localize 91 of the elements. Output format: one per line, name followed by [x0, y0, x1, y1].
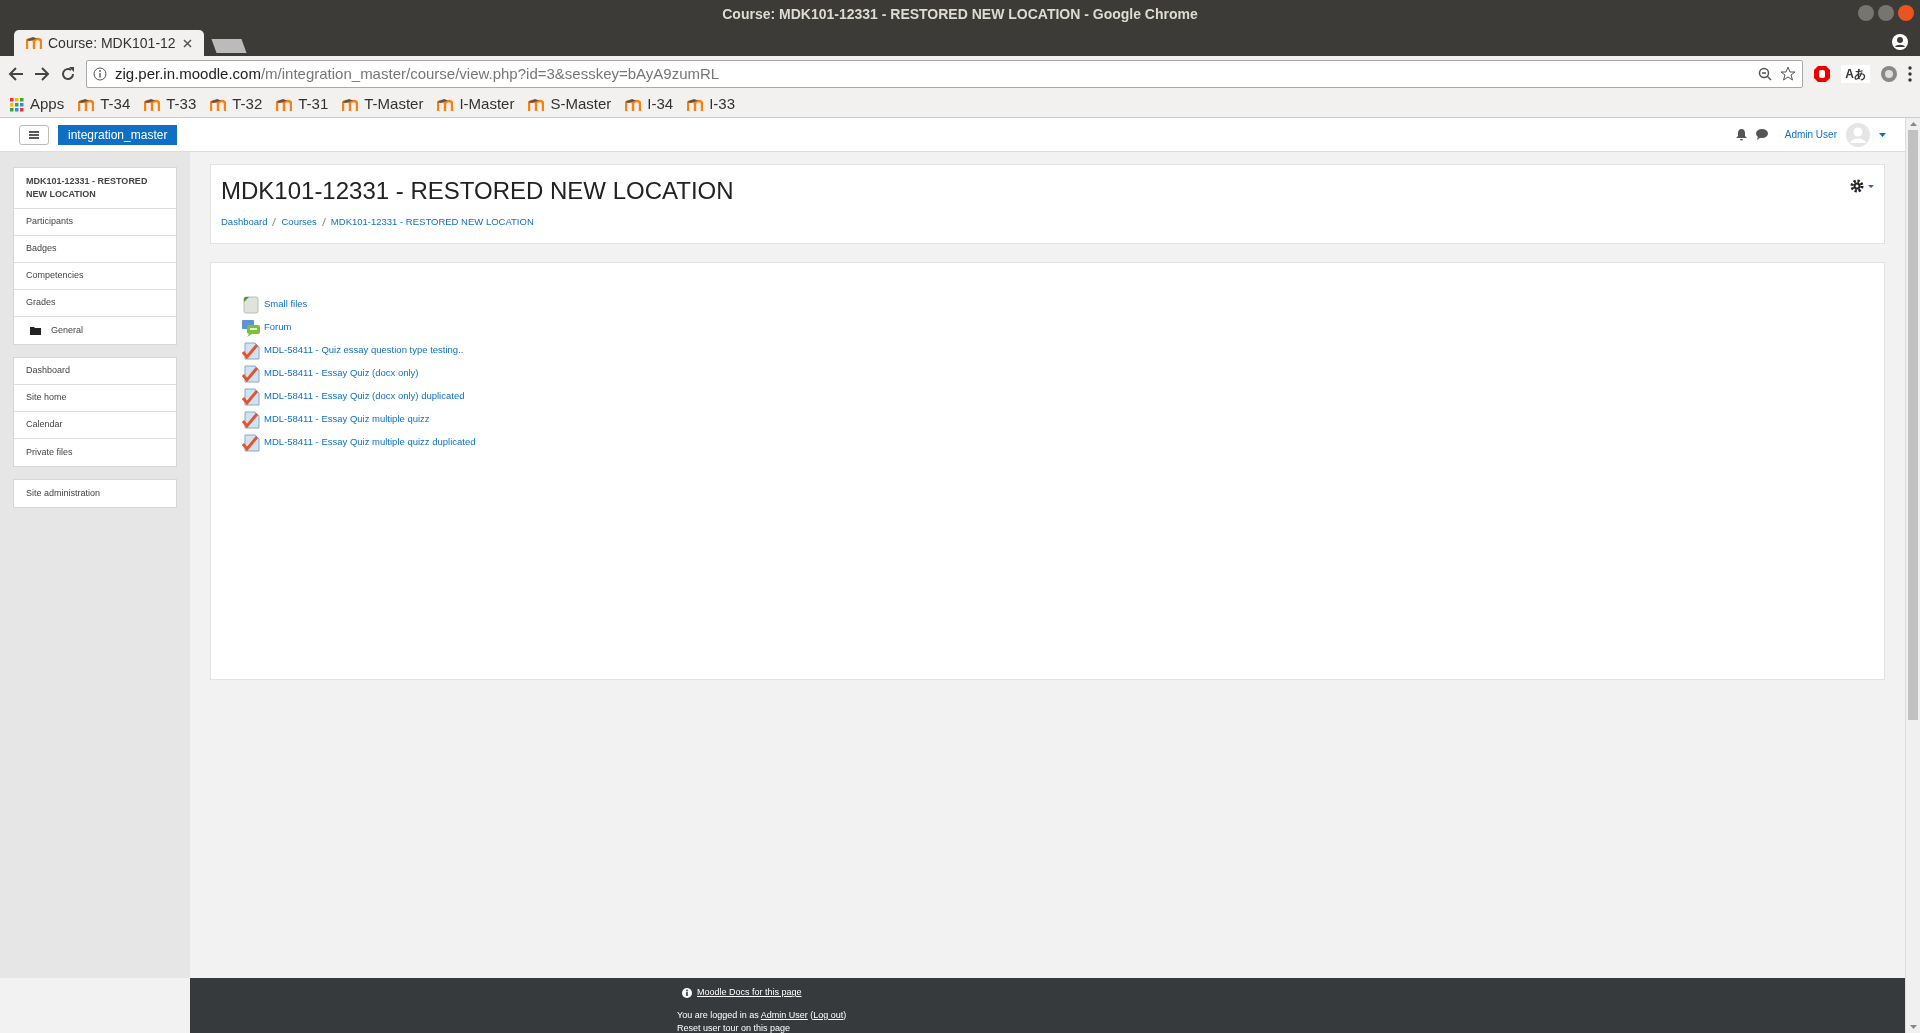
bookmark[interactable]: I-34 — [625, 93, 674, 116]
bookmark[interactable]: I-33 — [687, 93, 736, 116]
bookmark[interactable]: T-32 — [210, 93, 263, 116]
star-icon[interactable] — [1780, 66, 1797, 82]
maximize-button[interactable] — [1878, 5, 1894, 21]
user-name-link[interactable]: Admin User — [1784, 127, 1837, 142]
back-arrow-icon[interactable] — [8, 66, 24, 82]
close-icon[interactable] — [183, 38, 192, 48]
window-title: Course: MDK101-12331 - RESTORED NEW LOCATION - Google Chrome — [722, 4, 1198, 24]
reload-icon[interactable] — [60, 66, 76, 82]
moodle-logo-icon — [276, 98, 293, 111]
breadcrumb-separator-icon — [321, 218, 326, 227]
quiz-checkmark-icon — [242, 364, 260, 383]
stop-sign-icon[interactable] — [1813, 65, 1832, 83]
new-tab-button[interactable] — [211, 39, 247, 53]
menu-icon — [29, 130, 39, 139]
sidebar-item[interactable]: Calendar — [14, 412, 176, 439]
gear-extension-icon[interactable] — [1880, 65, 1898, 83]
moodle-logo-icon — [26, 37, 42, 49]
breadcrumb-link[interactable]: Courses — [281, 215, 317, 230]
bookmark[interactable]: I-Master — [437, 93, 515, 116]
caret-icon[interactable] — [1868, 184, 1874, 188]
login-info-text: You are logged in as Admin User (Log out) — [677, 1008, 847, 1022]
activity-link[interactable]: Small files — [264, 297, 308, 312]
breadcrumb-separator-icon — [272, 218, 277, 227]
sidebar-item[interactable]: Site administration — [14, 480, 176, 507]
sidebar-item[interactable]: Dashboard — [14, 358, 176, 385]
moodle-logo-icon — [625, 98, 642, 111]
activity-link[interactable]: MDL-58411 - Quiz essay question type testing.. — [264, 343, 464, 358]
moodle-logo-icon — [342, 98, 359, 111]
profile-icon[interactable] — [1892, 34, 1908, 50]
reset-tour-link[interactable]: Reset user tour on this page — [677, 1022, 1905, 1033]
close-button[interactable] — [1898, 5, 1914, 21]
sidebar-item[interactable]: Competencies — [14, 263, 176, 290]
sidebar-item[interactable]: Site home — [14, 385, 176, 412]
speech-bubble-icon[interactable] — [1755, 129, 1768, 140]
breadcrumb-link[interactable]: MDK101-12331 - RESTORED NEW LOCATION — [330, 215, 534, 230]
moodle-logo-icon — [437, 98, 454, 111]
activity-link[interactable]: MDL-58411 - Essay Quiz multiple quizz duplicated — [264, 435, 476, 450]
activity-link[interactable]: MDL-58411 - Essay Quiz multiple quizz — [264, 412, 430, 427]
quiz-checkmark-icon — [242, 341, 260, 360]
document-icon — [242, 295, 260, 314]
sidebar-item[interactable]: Badges — [14, 236, 176, 263]
menu-icon[interactable] — [1908, 66, 1912, 82]
sidebar-item[interactable]: Private files — [14, 439, 176, 466]
activity-link[interactable]: MDL-58411 - Essay Quiz (docx only) — [264, 366, 419, 381]
bell-icon[interactable] — [1735, 128, 1747, 141]
info-icon[interactable] — [93, 67, 107, 81]
moodle-logo-icon — [210, 98, 227, 111]
quiz-checkmark-icon — [242, 387, 260, 406]
moodle-logo-icon — [687, 98, 704, 111]
sidebar-item[interactable]: Grades — [14, 290, 176, 317]
quiz-checkmark-icon — [242, 410, 260, 429]
scroll-down-arrow-icon[interactable] — [1909, 1025, 1917, 1029]
apps-grid-icon — [10, 97, 24, 112]
bookmark[interactable]: T-34 — [78, 93, 131, 116]
scroll-up-arrow-icon[interactable] — [1909, 122, 1917, 126]
folder-icon — [30, 326, 41, 335]
scrollbar[interactable] — [1905, 118, 1920, 1033]
zoom-out-icon[interactable] — [1758, 67, 1773, 81]
user-profile-link[interactable]: Admin User — [760, 1009, 808, 1020]
menu-toggle-button[interactable] — [19, 124, 49, 145]
info-icon — [682, 987, 692, 998]
activity-link[interactable]: Forum — [264, 320, 292, 335]
browser-tab[interactable]: Course: MDK101-12 — [14, 30, 204, 56]
scrollbar-thumb[interactable] — [1908, 130, 1918, 720]
translate-button[interactable]: Aあ — [1841, 65, 1870, 83]
sidebar-item[interactable]: General — [14, 317, 176, 344]
settings-icon[interactable] — [1850, 179, 1864, 193]
site-name-link[interactable]: integration_master — [58, 124, 178, 145]
url-text: zig.per.in.moodle.com/m/integration_master/course/view.php?id=3&sesskey=bAyA9zumRL — [115, 63, 720, 84]
bookmark[interactable]: T-Master — [342, 93, 424, 116]
bookmark[interactable]: T-33 — [144, 93, 197, 116]
address-bar[interactable]: zig.per.in.moodle.com/m/integration_master/course/view.php?id=3&sesskey=bAyA9zumRL — [86, 60, 1804, 88]
bookmark[interactable]: T-31 — [276, 93, 329, 116]
moodle-logo-icon — [78, 98, 95, 111]
sidebar-item[interactable]: Participants — [14, 209, 176, 236]
forward-arrow-icon[interactable] — [34, 66, 50, 82]
bookmark[interactable]: Apps — [10, 93, 65, 116]
bookmark[interactable]: S-Master — [528, 93, 612, 116]
docs-link[interactable]: Moodle Docs for this page — [697, 986, 802, 1000]
minimize-button[interactable] — [1858, 5, 1874, 21]
quiz-checkmark-icon — [242, 433, 260, 452]
moodle-logo-icon — [528, 98, 545, 111]
course-title: MDK101-12331 - RESTORED NEW LOCATION — [221, 176, 734, 206]
caret-icon[interactable] — [1879, 132, 1886, 137]
activity-link[interactable]: MDL-58411 - Essay Quiz (docx only) duplicated — [264, 389, 465, 404]
breadcrumb-link[interactable]: Dashboard — [221, 215, 268, 230]
moodle-logo-icon — [144, 98, 161, 111]
course-title-link[interactable]: MDK101-12331 - RESTORED NEW LOCATION — [14, 168, 176, 209]
chat-bubbles-icon — [242, 318, 260, 337]
